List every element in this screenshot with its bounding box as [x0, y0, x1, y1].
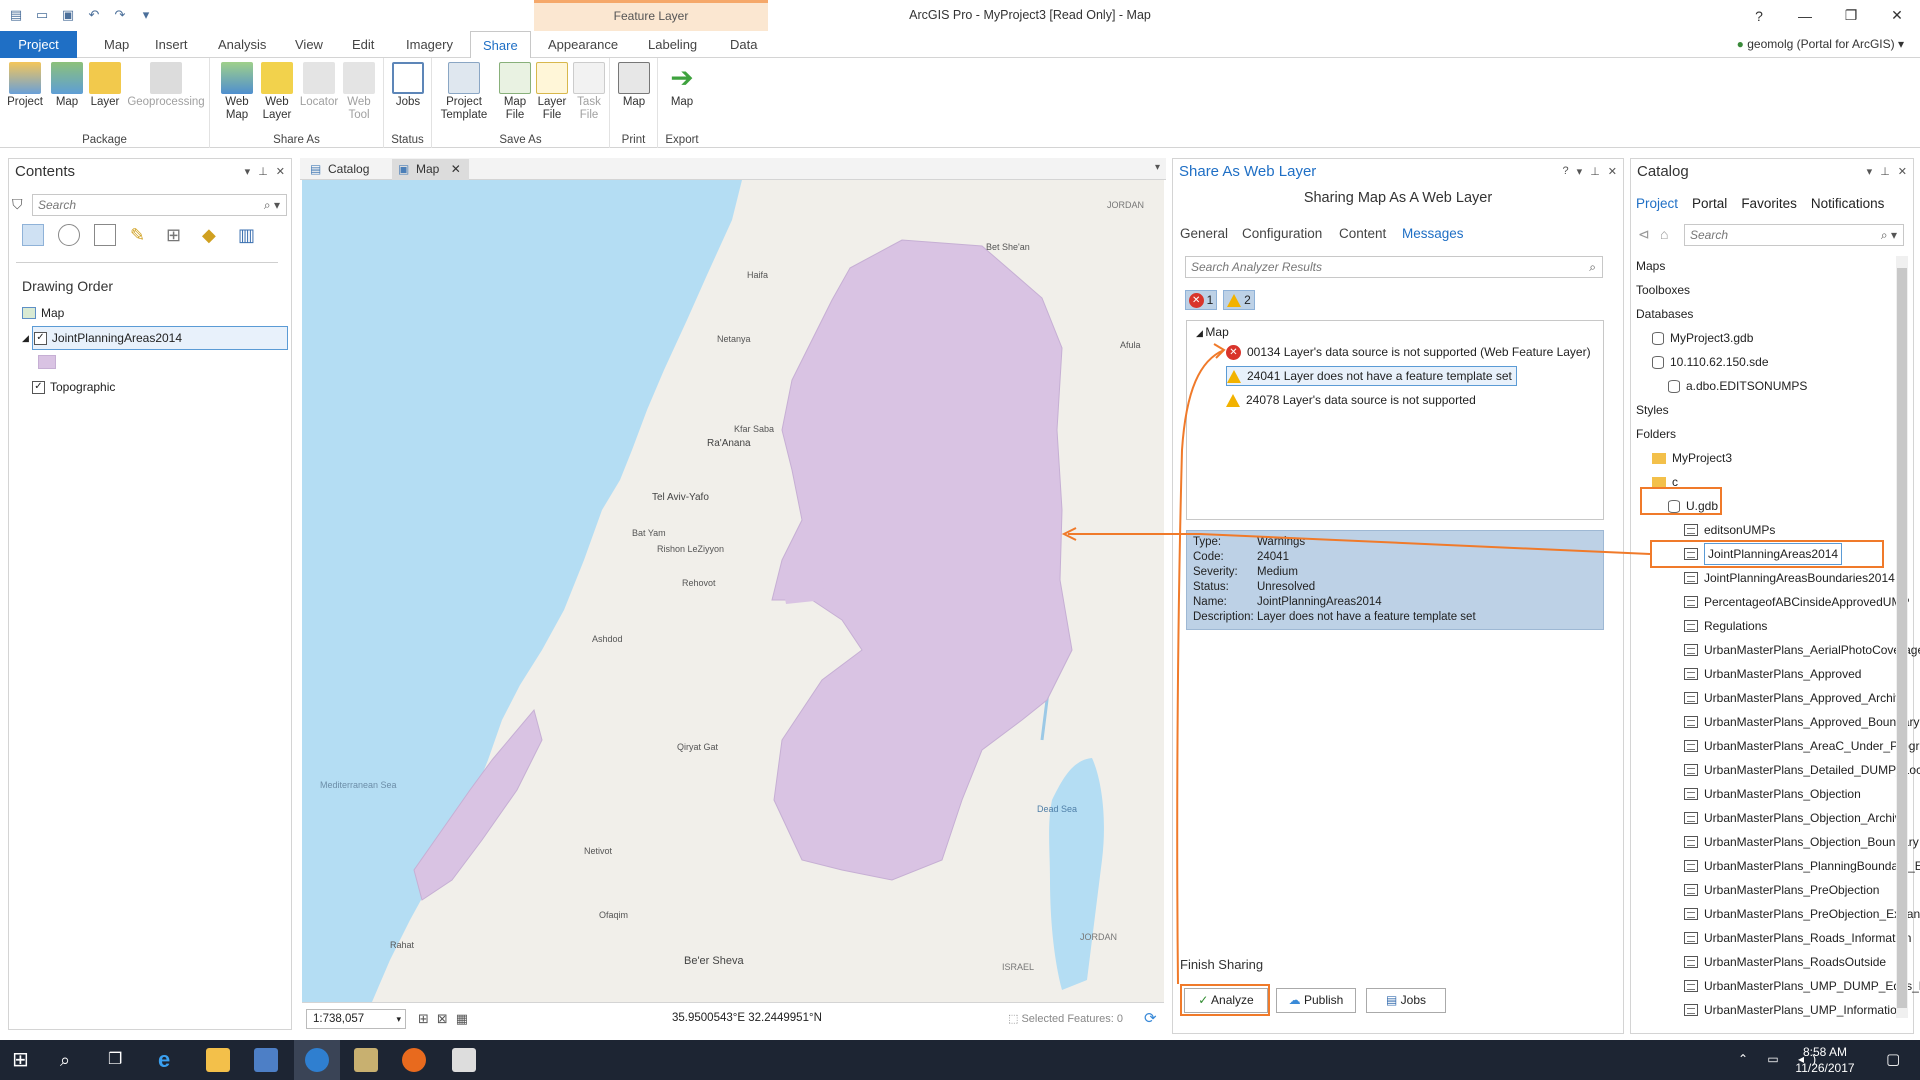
firefox-icon[interactable]	[402, 1048, 426, 1072]
annotation-arrows	[1061, 343, 1651, 985]
file-explorer-icon[interactable]	[206, 1048, 230, 1072]
taskbar-time: 8:58 AM	[1802, 1045, 1848, 1059]
windows-taskbar: ⊞ ⌕ ❐ e ⌃ ▭ ◂) 8:58 AM 11/26/2017 ▢	[0, 1040, 1920, 1080]
taskbar-date: 11/26/2017	[1795, 1061, 1855, 1075]
annotation-arrow-to-map	[1068, 533, 1651, 555]
package-app-icon[interactable]	[354, 1048, 378, 1072]
search-icon[interactable]: ⌕	[60, 1048, 84, 1072]
windows-start-icon[interactable]: ⊞	[12, 1048, 36, 1072]
snipping-tool-icon[interactable]	[452, 1048, 476, 1072]
arcmap-icon[interactable]	[254, 1048, 278, 1072]
task-view-icon[interactable]: ❐	[108, 1048, 132, 1072]
annotation-arrow-to-message	[1176, 349, 1225, 985]
arcgis-pro-icon[interactable]	[305, 1048, 329, 1072]
notifications-icon[interactable]: ▢	[1886, 1050, 1900, 1068]
internet-explorer-icon[interactable]: e	[158, 1048, 182, 1072]
